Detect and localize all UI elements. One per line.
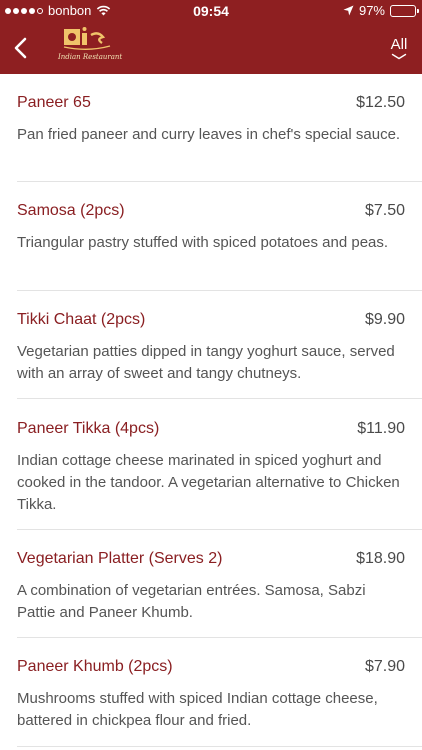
menu-item[interactable]: Samosa (2pcs) $7.50 Triangular pastry st… [17, 202, 405, 254]
item-price: $18.90 [356, 550, 405, 567]
divider [17, 181, 422, 182]
item-price: $11.90 [357, 420, 405, 437]
menu-item[interactable]: Vegetarian Platter (Serves 2) $18.90 A c… [17, 550, 405, 624]
app-header: bonbon 09:54 97% Indian Restaurant All [0, 0, 422, 74]
item-name: Paneer Tikka (4pcs) [17, 420, 160, 437]
divider [17, 290, 422, 291]
wifi-icon [97, 5, 111, 16]
menu-item[interactable]: Paneer 65 $12.50 Pan fried paneer and cu… [17, 94, 405, 146]
filter-label: All [390, 36, 408, 53]
menu-item[interactable]: Paneer Khumb (2pcs) $7.90 Mushrooms stuf… [17, 658, 405, 732]
item-name: Tikki Chaat (2pcs) [17, 311, 146, 328]
logo-mark-icon [63, 27, 111, 50]
status-bar: bonbon 09:54 97% [0, 0, 422, 22]
item-description: Triangular pastry stuffed with spiced po… [17, 234, 389, 251]
item-name: Paneer Khumb (2pcs) [17, 658, 173, 675]
menu-item[interactable]: Paneer Tikka (4pcs) $11.90 Indian cottag… [17, 420, 405, 516]
item-name: Paneer 65 [17, 94, 91, 111]
restaurant-logo: Indian Restaurant [58, 25, 123, 71]
chevron-left-icon [14, 37, 27, 59]
item-description: Mushrooms stuffed with spiced Indian cot… [17, 690, 378, 729]
divider [17, 398, 422, 399]
divider [17, 529, 422, 530]
item-name: Vegetarian Platter (Serves 2) [17, 550, 223, 567]
chevron-down-icon [391, 53, 407, 60]
status-left: bonbon [5, 3, 111, 18]
menu-item[interactable]: Tikki Chaat (2pcs) $9.90 Vegetarian patt… [17, 311, 405, 385]
item-name: Samosa (2pcs) [17, 202, 125, 219]
item-price: $7.90 [364, 658, 405, 675]
item-price: $7.50 [364, 202, 405, 219]
item-price: $12.50 [356, 94, 405, 111]
item-description: Vegetarian patties dipped in tangy yoghu… [17, 343, 395, 382]
nav-bar: Indian Restaurant All [0, 22, 422, 74]
item-description: A combination of vegetarian entrées. Sam… [17, 582, 366, 621]
status-right: 97% [343, 3, 419, 18]
item-price: $9.90 [364, 311, 405, 328]
carrier-name: bonbon [48, 3, 92, 18]
location-arrow-icon [343, 5, 354, 16]
logo-text: Indian Restaurant [58, 53, 123, 61]
battery-icon [390, 4, 419, 17]
filter-dropdown-button[interactable]: All [386, 36, 412, 66]
divider [17, 746, 422, 747]
item-description: Indian cottage cheese marinated in spice… [17, 452, 400, 513]
battery-percentage: 97% [358, 3, 385, 18]
item-description: Pan fried paneer and curry leaves in che… [17, 126, 401, 143]
back-button[interactable] [6, 32, 34, 64]
divider [17, 637, 422, 638]
signal-strength-icon [5, 7, 43, 14]
